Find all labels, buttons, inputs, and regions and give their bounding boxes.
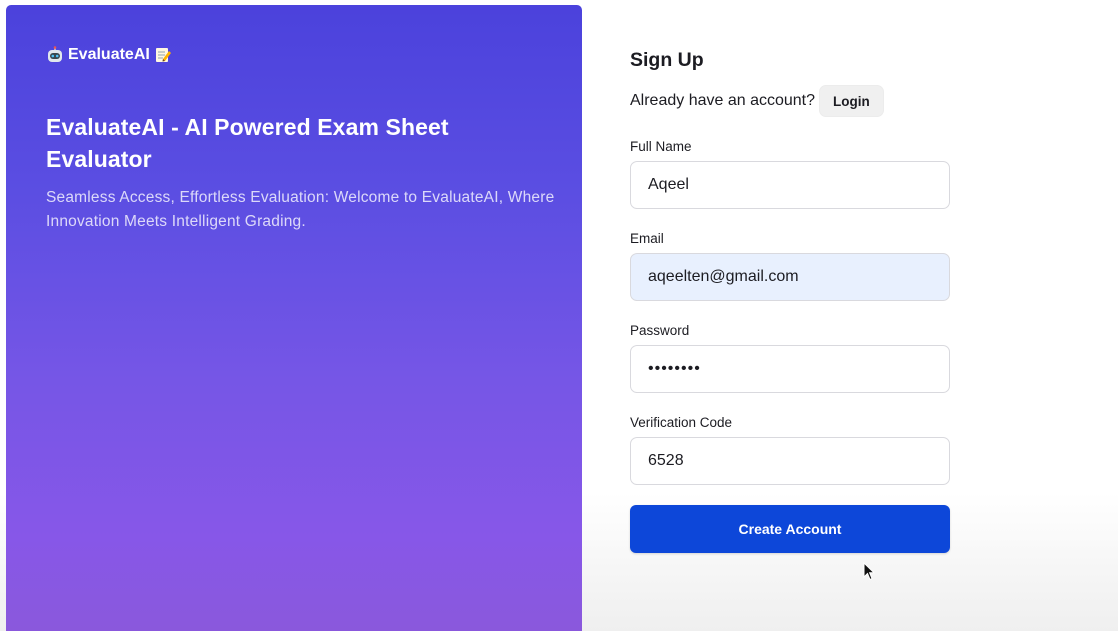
password-label: Password	[630, 323, 690, 338]
email-input[interactable]	[630, 253, 950, 301]
brand: EvaluateAI	[46, 46, 172, 64]
signup-page: EvaluateAI EvaluateAI - AI Powered Exam …	[0, 0, 1118, 631]
form-title: Sign Up	[630, 49, 704, 71]
password-field: Password	[630, 323, 950, 393]
password-input[interactable]	[630, 345, 950, 393]
verification-code-input[interactable]	[630, 437, 950, 485]
login-row: Already have an account? Login	[630, 85, 950, 117]
email-field: Email	[630, 231, 950, 301]
hero-title: EvaluateAI - AI Powered Exam Sheet Evalu…	[46, 114, 449, 172]
email-label: Email	[630, 231, 664, 246]
hero-panel: EvaluateAI EvaluateAI - AI Powered Exam …	[6, 5, 582, 631]
login-prompt: Already have an account?	[630, 92, 816, 109]
full-name-input[interactable]	[630, 161, 950, 209]
verification-code-field: Verification Code	[630, 415, 950, 485]
brand-name: EvaluateAI	[68, 46, 150, 63]
memo-icon	[154, 46, 172, 64]
hero-subtitle: Seamless Access, Effortless Evaluation: …	[46, 189, 555, 230]
login-button[interactable]: Login	[819, 85, 884, 117]
full-name-label: Full Name	[630, 139, 692, 154]
robot-icon	[46, 46, 64, 64]
signup-form: Sign Up Already have an account? Login F…	[630, 46, 950, 553]
verification-code-label: Verification Code	[630, 415, 733, 430]
full-name-field: Full Name	[630, 139, 950, 209]
create-account-button[interactable]: Create Account	[630, 505, 950, 553]
mouse-cursor-icon	[863, 562, 875, 581]
